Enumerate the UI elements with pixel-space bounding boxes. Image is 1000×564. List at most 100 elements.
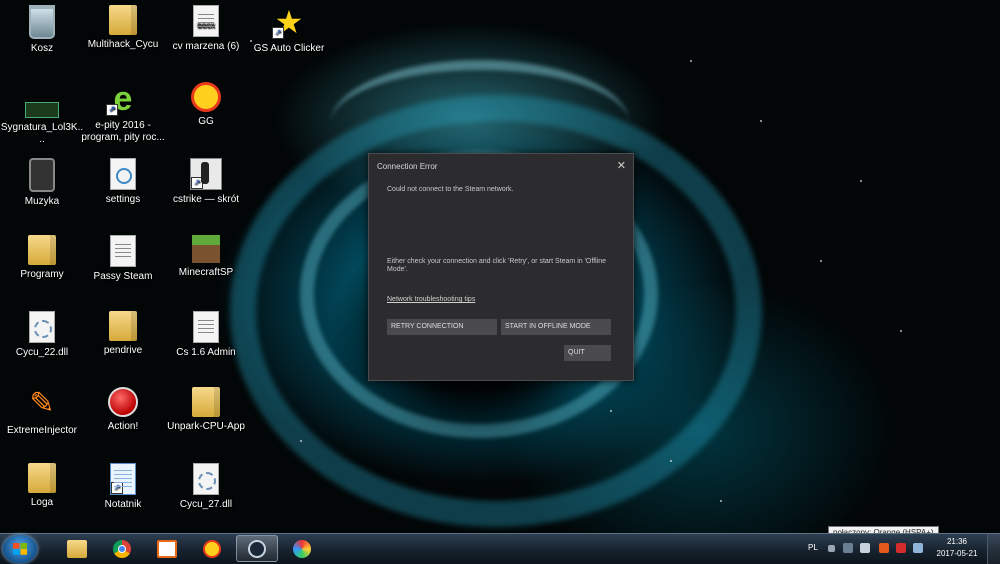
language-indicator[interactable]: PL	[808, 543, 818, 552]
desktop-icon-label: cstrike — skrót	[172, 194, 240, 205]
taskbar-steam[interactable]	[236, 535, 278, 562]
wallpaper-star	[690, 60, 692, 62]
wallpaper-star	[860, 180, 862, 182]
desktop-icon-label: Sygnatura_Lol3K....	[0, 122, 84, 145]
wallpaper-star	[720, 500, 722, 502]
desktop-icon-programy[interactable]: Programy	[0, 235, 84, 281]
show-desktop-button[interactable]	[987, 534, 1000, 564]
wallpaper-star	[300, 440, 302, 442]
desktop-icon-action[interactable]: Action!	[81, 387, 165, 433]
desktop-icon-settings[interactable]: settings	[81, 158, 165, 206]
chrome-icon	[113, 539, 131, 558]
folder-icon	[28, 463, 56, 493]
connection-error-dialog: Connection Error ✕ Could not connect to …	[368, 153, 634, 381]
shortcut-arrow-icon: ↗	[106, 104, 118, 116]
desktop-icon-gs-auto-clicker[interactable]: ★ ↗ GS Auto Clicker	[247, 5, 331, 55]
desktop-icon-cs-admin[interactable]: Cs 1.6 Admin	[164, 311, 248, 359]
error-message: Could not connect to the Steam network.	[387, 186, 514, 193]
clock-time: 21:36	[946, 537, 968, 546]
desktop-icon-label: Action!	[107, 421, 139, 432]
shortcut-arrow-icon: ↗	[272, 27, 284, 39]
epity-icon: e ↗	[106, 82, 140, 116]
quit-button[interactable]: QUIT	[564, 345, 611, 361]
desktop-icon-unpark[interactable]: Unpark-CPU-App	[164, 387, 248, 433]
close-icon[interactable]: ✕	[617, 159, 626, 172]
recycle-bin-icon	[29, 5, 55, 39]
desktop-icon-cstrike[interactable]: ↗ cstrike — skrót	[164, 158, 248, 206]
folder-icon	[28, 235, 56, 265]
desktop-icon-label: e-pity 2016 - program, pity roc...	[81, 120, 165, 143]
wallpaper-star	[760, 120, 762, 122]
desktop-icon-label: Loga	[30, 497, 54, 508]
dll-file-icon	[29, 311, 55, 343]
desktop-icon-epity[interactable]: e ↗ e-pity 2016 - program, pity roc...	[81, 82, 165, 144]
tray-app-icon[interactable]	[843, 543, 853, 553]
desktop-icon-muzyka[interactable]: Muzyka	[0, 158, 84, 208]
clock-date: 2017-05-21	[936, 549, 978, 558]
desktop-icon-cycu27[interactable]: Cycu_27.dll	[164, 463, 248, 511]
text-file-icon	[193, 311, 219, 343]
star-icon: ★ ↗	[272, 5, 306, 39]
steam-icon	[248, 539, 266, 558]
desktop-icon-label: settings	[105, 194, 141, 205]
circuit-board-icon	[25, 102, 59, 118]
folder-icon	[192, 387, 220, 417]
wallpaper-star	[900, 330, 902, 332]
record-icon	[108, 387, 138, 417]
desktop-icon-multihack[interactable]: Multihack_Cycu	[81, 5, 165, 51]
tray-app-icon[interactable]	[913, 543, 923, 553]
folder-icon	[109, 5, 137, 35]
network-error-icon[interactable]	[896, 543, 906, 553]
desktop-icon-cv-marzena[interactable]: DOCX cv marzena (6)	[164, 5, 248, 53]
tray-app-icon[interactable]	[879, 543, 889, 553]
gg-sun-icon	[191, 82, 221, 112]
desktop-icon-extremeinjector[interactable]: ✎ ExtremeInjector	[0, 387, 84, 437]
wallpaper-star	[610, 410, 612, 412]
desktop-icon-label: Muzyka	[24, 196, 60, 207]
speaker-icon	[29, 158, 55, 192]
gg-icon	[203, 539, 221, 558]
desktop-icon-sygnatura[interactable]: Sygnatura_Lol3K....	[0, 90, 84, 146]
notepad-icon: ↗	[110, 463, 136, 495]
taskbar-explorer[interactable]	[56, 535, 98, 562]
retry-connection-button[interactable]: RETRY CONNECTION	[387, 319, 497, 335]
desktop-icon-cycu22[interactable]: Cycu_22.dll	[0, 311, 84, 359]
wallpaper-star	[670, 460, 672, 462]
offline-mode-button[interactable]: START IN OFFLINE MODE	[501, 319, 611, 335]
desktop-icon-label: Cycu_22.dll	[15, 347, 69, 358]
desktop-icon-gg[interactable]: GG	[164, 82, 248, 128]
desktop-icon-label: ExtremeInjector	[6, 425, 78, 436]
desktop-icon-label: Programy	[20, 269, 64, 280]
volume-icon[interactable]	[860, 543, 870, 553]
dialog-title: Connection Error	[377, 162, 438, 171]
text-file-icon	[110, 235, 136, 267]
taskbar-media[interactable]	[146, 535, 188, 562]
desktop-icon-label: Notatnik	[104, 499, 142, 510]
desktop-icon-minecraft[interactable]: MinecraftSP	[164, 235, 248, 279]
desktop-icon-recycle-bin[interactable]: Kosz	[0, 5, 84, 55]
grass-block-icon	[192, 235, 220, 263]
settings-file-icon	[110, 158, 136, 190]
folder-icon	[109, 311, 137, 341]
desktop-icon-pendrive[interactable]: pendrive	[81, 311, 165, 357]
start-button[interactable]	[3, 535, 37, 563]
desktop-icon-label: pendrive	[103, 345, 143, 356]
desktop-icon-label: cv marzena (6)	[172, 41, 240, 52]
shortcut-arrow-icon: ↗	[111, 482, 123, 494]
taskbar-paint[interactable]	[281, 535, 323, 562]
desktop-icon-notatnik[interactable]: ↗ Notatnik	[81, 463, 165, 511]
tray-expand-icon[interactable]	[828, 545, 835, 552]
desktop-icon-label: Cycu_27.dll	[179, 499, 233, 510]
paint-icon	[293, 539, 311, 558]
taskbar-chrome[interactable]	[101, 535, 143, 562]
desktop-icon-label: MinecraftSP	[178, 267, 234, 278]
folder-icon	[67, 539, 87, 558]
desktop-icon-label: Unpark-CPU-App	[167, 421, 245, 432]
desktop-icon-loga[interactable]: Loga	[0, 463, 84, 509]
taskbar-gg[interactable]	[191, 535, 233, 562]
troubleshooting-link[interactable]: Network troubleshooting tips	[387, 296, 475, 303]
clock[interactable]: 21:36 2017-05-21	[932, 536, 982, 560]
desktop-icon-label: Multihack_Cycu	[87, 39, 159, 50]
desktop-icon-label: Kosz	[30, 43, 54, 54]
desktop-icon-passy-steam[interactable]: Passy Steam	[81, 235, 165, 283]
